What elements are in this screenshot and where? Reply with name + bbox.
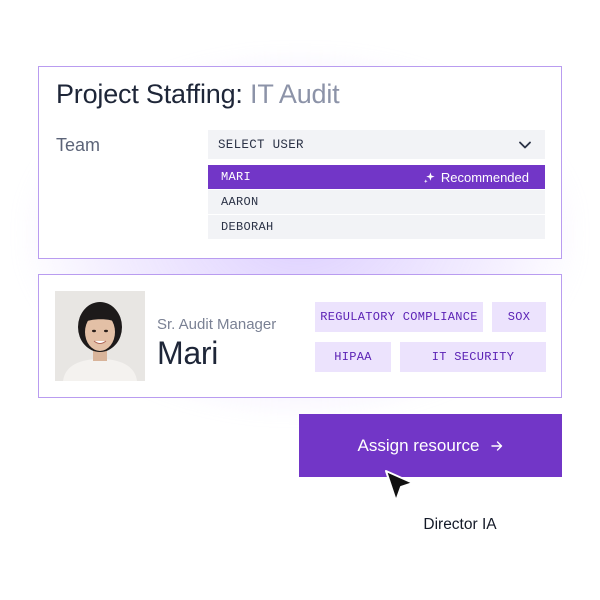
- pointer-cursor-icon: [385, 470, 414, 502]
- skill-tag: SOX: [492, 302, 546, 332]
- person-role: Sr. Audit Manager: [157, 316, 277, 333]
- select-user-placeholder: SELECT USER: [218, 137, 304, 152]
- skill-tag: IT SECURITY: [400, 342, 546, 372]
- assign-resource-label: Assign resource: [357, 435, 480, 455]
- recommended-label: Recommended: [440, 169, 529, 185]
- select-user-dropdown[interactable]: SELECT USER: [208, 130, 545, 159]
- avatar: [55, 291, 145, 381]
- chevron-down-icon: [519, 141, 531, 148]
- option-aaron[interactable]: AARON: [208, 190, 545, 215]
- user-options-list: MARI Recommended AARON DEBORAH: [208, 165, 545, 240]
- skill-tag: REGULATORY COMPLIANCE: [315, 302, 483, 332]
- option-label: DEBORAH: [221, 220, 274, 234]
- option-mari[interactable]: MARI Recommended: [208, 165, 545, 190]
- sparkle-icon: [423, 171, 435, 183]
- recommended-badge: Recommended: [423, 170, 529, 185]
- cursor-label: Director IA: [406, 513, 514, 537]
- project-title-accent: IT Audit: [250, 79, 340, 109]
- avatar-photo: [55, 291, 145, 381]
- assign-resource-button[interactable]: Assign resource: [299, 414, 562, 477]
- skill-tag: HIPAA: [315, 342, 391, 372]
- option-deborah[interactable]: DEBORAH: [208, 215, 545, 240]
- person-name: Mari: [157, 335, 219, 371]
- project-staffing-card: Project Staffing: IT Audit Team SELECT U…: [38, 66, 562, 259]
- project-title: Project Staffing: IT Audit: [56, 79, 340, 110]
- project-title-prefix: Project Staffing:: [56, 79, 251, 109]
- option-label: AARON: [221, 195, 259, 209]
- team-label: Team: [56, 135, 101, 155]
- option-label: MARI: [221, 170, 252, 184]
- arrow-right-icon: [491, 440, 503, 451]
- profile-card: Sr. Audit Manager Mari REGULATORY COMPLI…: [38, 274, 562, 398]
